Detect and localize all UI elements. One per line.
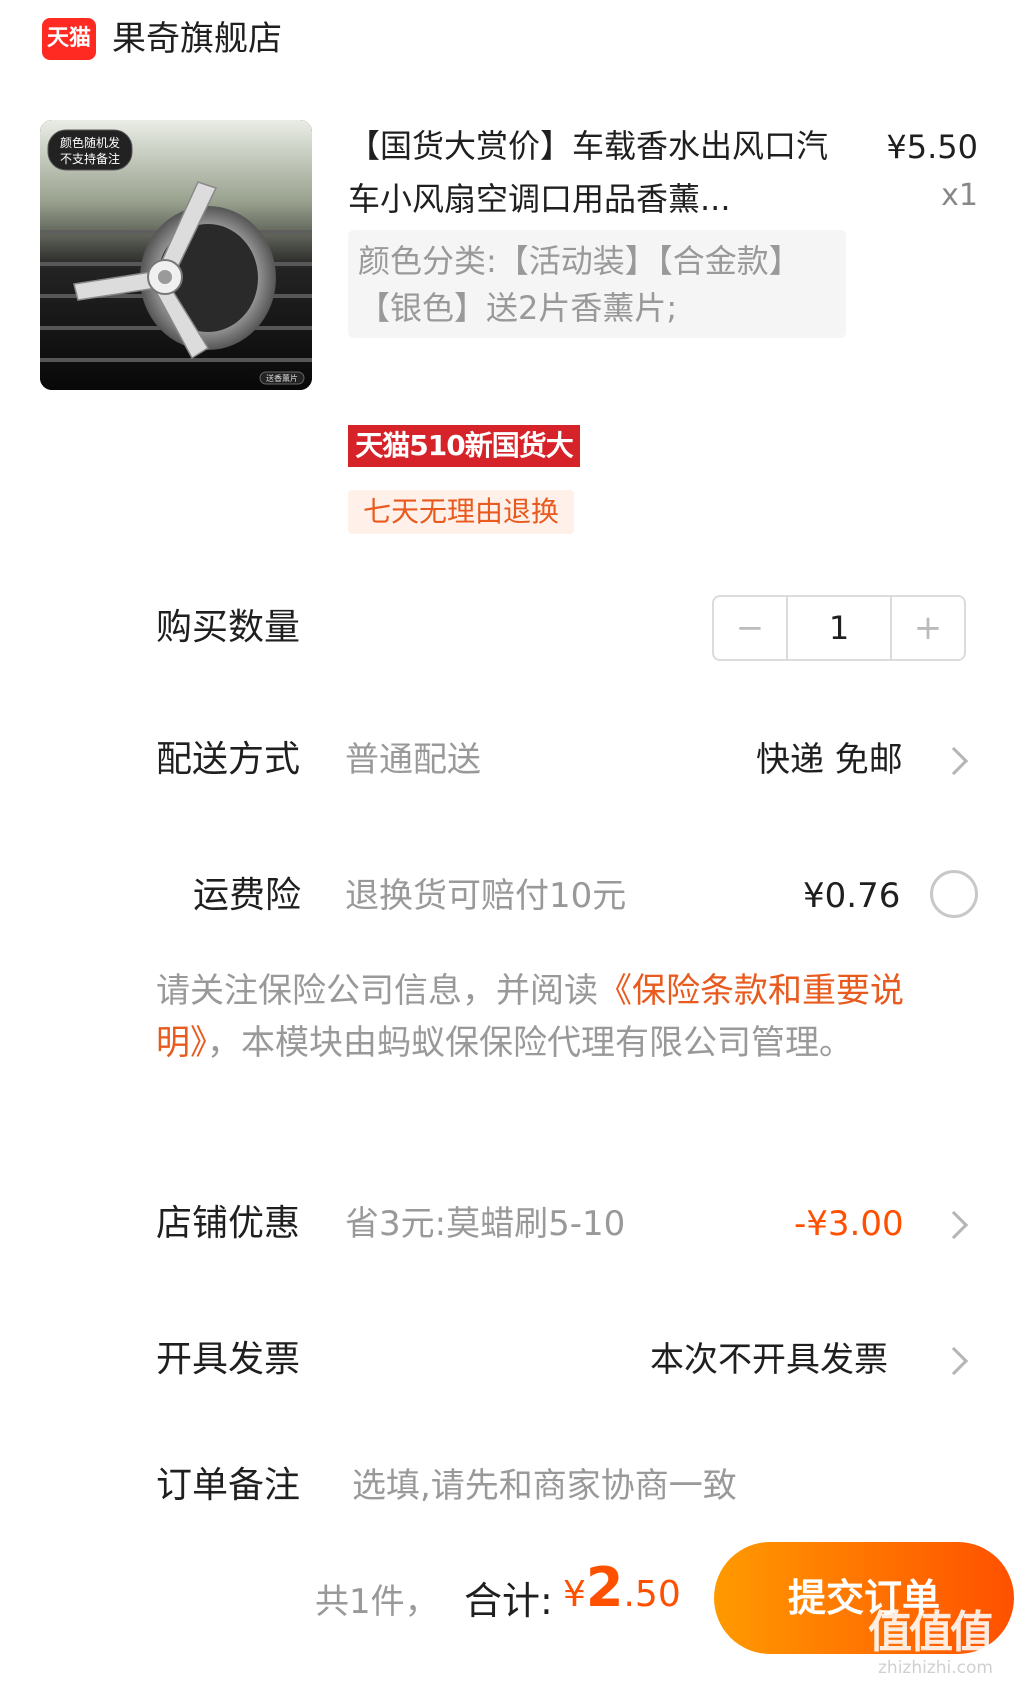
delivery-chevron-icon[interactable] — [939, 746, 969, 776]
item-count: 共1件， — [315, 1582, 439, 1622]
store-discount-label: 店铺优惠 — [156, 1203, 301, 1244]
product-price: ¥5.50 — [886, 128, 978, 166]
invoice-label: 开具发票 — [156, 1339, 301, 1380]
tmall-logo: 天猫 — [42, 18, 96, 60]
shipping-insurance-label: 运费险 — [193, 875, 302, 916]
store-discount-description: 省3元:莫蜡刷5-10 — [345, 1204, 626, 1244]
delivery-label: 配送方式 — [156, 739, 301, 780]
product-sku[interactable]: 颜色分类:【活动装】【合金款】【银色】送2片香薰片; — [348, 230, 846, 338]
purchase-quantity-label: 购买数量 — [156, 607, 301, 648]
image-overlay-line-2: 不支持备注 — [60, 151, 120, 166]
image-corner-text: 送香薰片 — [266, 373, 298, 383]
store-discount-chevron-icon[interactable] — [939, 1210, 969, 1240]
delivery-method: 普通配送 — [345, 740, 481, 780]
total-integer: 2 — [585, 1556, 624, 1619]
order-note-label: 订单备注 — [156, 1465, 301, 1506]
invoice-chevron-icon[interactable] — [939, 1346, 969, 1376]
decrease-quantity-button[interactable]: − — [714, 597, 786, 659]
total-label: 合计: — [464, 1579, 553, 1623]
insurance-note-suffix: ，本模块由蚂蚁保保险代理有限公司管理。 — [207, 1023, 853, 1063]
product-title[interactable]: 【国货大赏价】车载香水出风口汽车小风扇空调口用品香薰... — [348, 120, 848, 226]
product-quantity: x1 — [941, 178, 978, 213]
insurance-note: 请关注保险公司信息，并阅读《保险条款和重要说明》，本模块由蚂蚁保保险代理有限公司… — [156, 965, 986, 1069]
car-air-freshener-image: 颜色随机发 不支持备注 送香薰片 — [40, 120, 312, 390]
promo-banner: 天猫510新国货大赏 — [348, 425, 580, 504]
watermark-url: zhizhizhi.com — [878, 1658, 993, 1678]
total-currency: ¥ — [563, 1574, 586, 1615]
quantity-stepper[interactable]: − 1 + — [712, 595, 966, 661]
product-image[interactable]: 颜色随机发 不支持备注 送香薰片 — [40, 120, 312, 390]
total-decimal: .50 — [623, 1574, 681, 1615]
total-price: ¥2.50 — [563, 1556, 681, 1619]
shipping-insurance-radio[interactable] — [930, 870, 978, 918]
shipping-insurance-description: 退换货可赔付10元 — [345, 876, 627, 916]
image-overlay-line-1: 颜色随机发 — [60, 135, 120, 150]
shipping-insurance-price: ¥0.76 — [803, 876, 901, 916]
delivery-value[interactable]: 快递 免邮 — [756, 734, 903, 786]
insurance-note-prefix: 请关注保险公司信息，并阅读 — [156, 971, 598, 1011]
store-discount-value[interactable]: -¥3.00 — [794, 1198, 904, 1250]
increase-quantity-button[interactable]: + — [892, 597, 964, 659]
quantity-value[interactable]: 1 — [786, 597, 892, 659]
order-confirmation-page: 天猫 果奇旗舰店 颜色随机发 不支持备注 送香薰片 【国货大赏价】车载香水出风口… — [0, 0, 1022, 1686]
order-note-input[interactable]: 选填,请先和商家协商一致 — [352, 1460, 737, 1512]
store-header[interactable]: 天猫 果奇旗舰店 — [0, 0, 1022, 80]
store-name[interactable]: 果奇旗舰店 — [112, 14, 282, 64]
invoice-value[interactable]: 本次不开具发票 — [650, 1334, 888, 1386]
return-policy-tag: 七天无理由退换 — [348, 490, 574, 534]
